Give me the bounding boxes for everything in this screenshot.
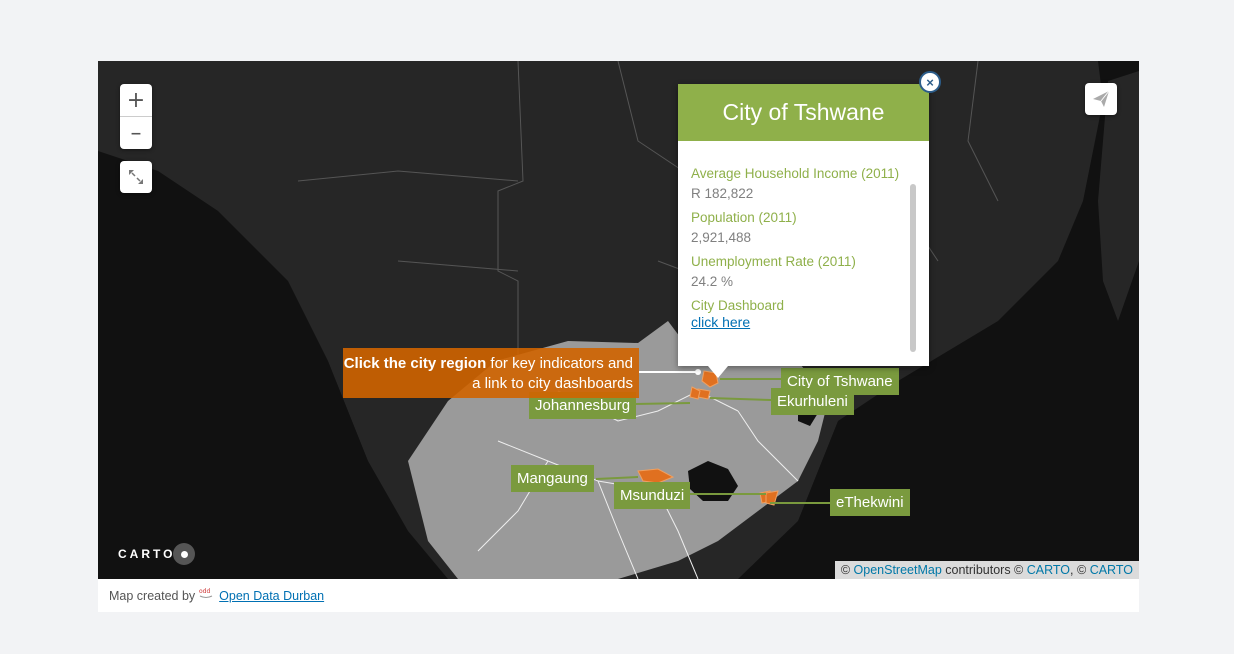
city-label-ethekwini[interactable]: eThekwini: [830, 489, 910, 516]
field-value-population: 2,921,488: [691, 230, 752, 245]
attribution-separator: , ©: [1070, 563, 1090, 577]
carto-link-1[interactable]: CARTO: [1027, 563, 1070, 577]
callout-text-2: a link to city dashboards: [472, 375, 633, 392]
city-label-ekurhuleni[interactable]: Ekurhuleni: [771, 388, 854, 415]
popup-body: Average Household Income (2011) R 182,82…: [691, 166, 901, 330]
carto-logo: CARTO: [118, 543, 196, 565]
fullscreen-icon: [129, 170, 143, 184]
field-value-income: R 182,822: [691, 186, 754, 201]
odd-logo-icon: odd: [199, 587, 213, 599]
popup-close-button[interactable]: ×: [919, 71, 941, 93]
carto-logo-text: CARTO: [118, 547, 176, 561]
map-canvas[interactable]: City of Tshwane Ekurhuleni Johannesburg …: [98, 61, 1139, 579]
carto-link-2[interactable]: CARTO: [1090, 563, 1133, 577]
fullscreen-button[interactable]: [120, 161, 152, 193]
callout-text-1: for key indicators and: [486, 355, 633, 372]
popup-tip: [708, 366, 728, 378]
open-data-durban-link[interactable]: Open Data Durban: [219, 589, 324, 603]
city-label-msunduzi[interactable]: Msunduzi: [614, 482, 691, 509]
dashboard-label: City Dashboard: [691, 298, 785, 313]
made-by-text: Map created by: [109, 588, 196, 603]
field-label-unemployment: Unemployment Rate (2011): [691, 254, 856, 269]
paper-plane-icon: [1093, 90, 1110, 107]
attribution-prefix: ©: [840, 563, 854, 577]
city-label-mangaung[interactable]: Mangaung: [511, 465, 594, 492]
popup-scrollbar[interactable]: [910, 184, 916, 352]
footer: Map created by odd Open Data Durban: [98, 579, 1139, 612]
share-button[interactable]: [1085, 83, 1117, 115]
field-label-population: Population (2011): [691, 210, 797, 225]
carto-logo-dot: [173, 543, 196, 565]
field-value-unemployment: 24.2 %: [691, 274, 734, 289]
instruction-callout: Click the city region for key indicators…: [343, 348, 639, 398]
city-popup: City of Tshwane Average Household Income…: [678, 84, 929, 366]
dashboard-link[interactable]: click here: [691, 314, 901, 330]
attribution-middle: contributors ©: [941, 563, 1027, 577]
osm-link[interactable]: OpenStreetMap: [854, 563, 942, 577]
callout-bold: Click the city region: [343, 355, 487, 372]
callout-pointer-dot: [695, 369, 701, 375]
zoom-out-button[interactable]: –: [120, 116, 152, 149]
zoom-control: + –: [120, 84, 152, 149]
map-attribution: © OpenStreetMap contributors © CARTO, © …: [834, 561, 1139, 579]
zoom-in-button[interactable]: +: [120, 84, 152, 116]
field-label-income: Average Household Income (2011): [691, 166, 900, 181]
popup-title: City of Tshwane: [678, 84, 929, 141]
svg-text:odd: odd: [199, 588, 210, 595]
